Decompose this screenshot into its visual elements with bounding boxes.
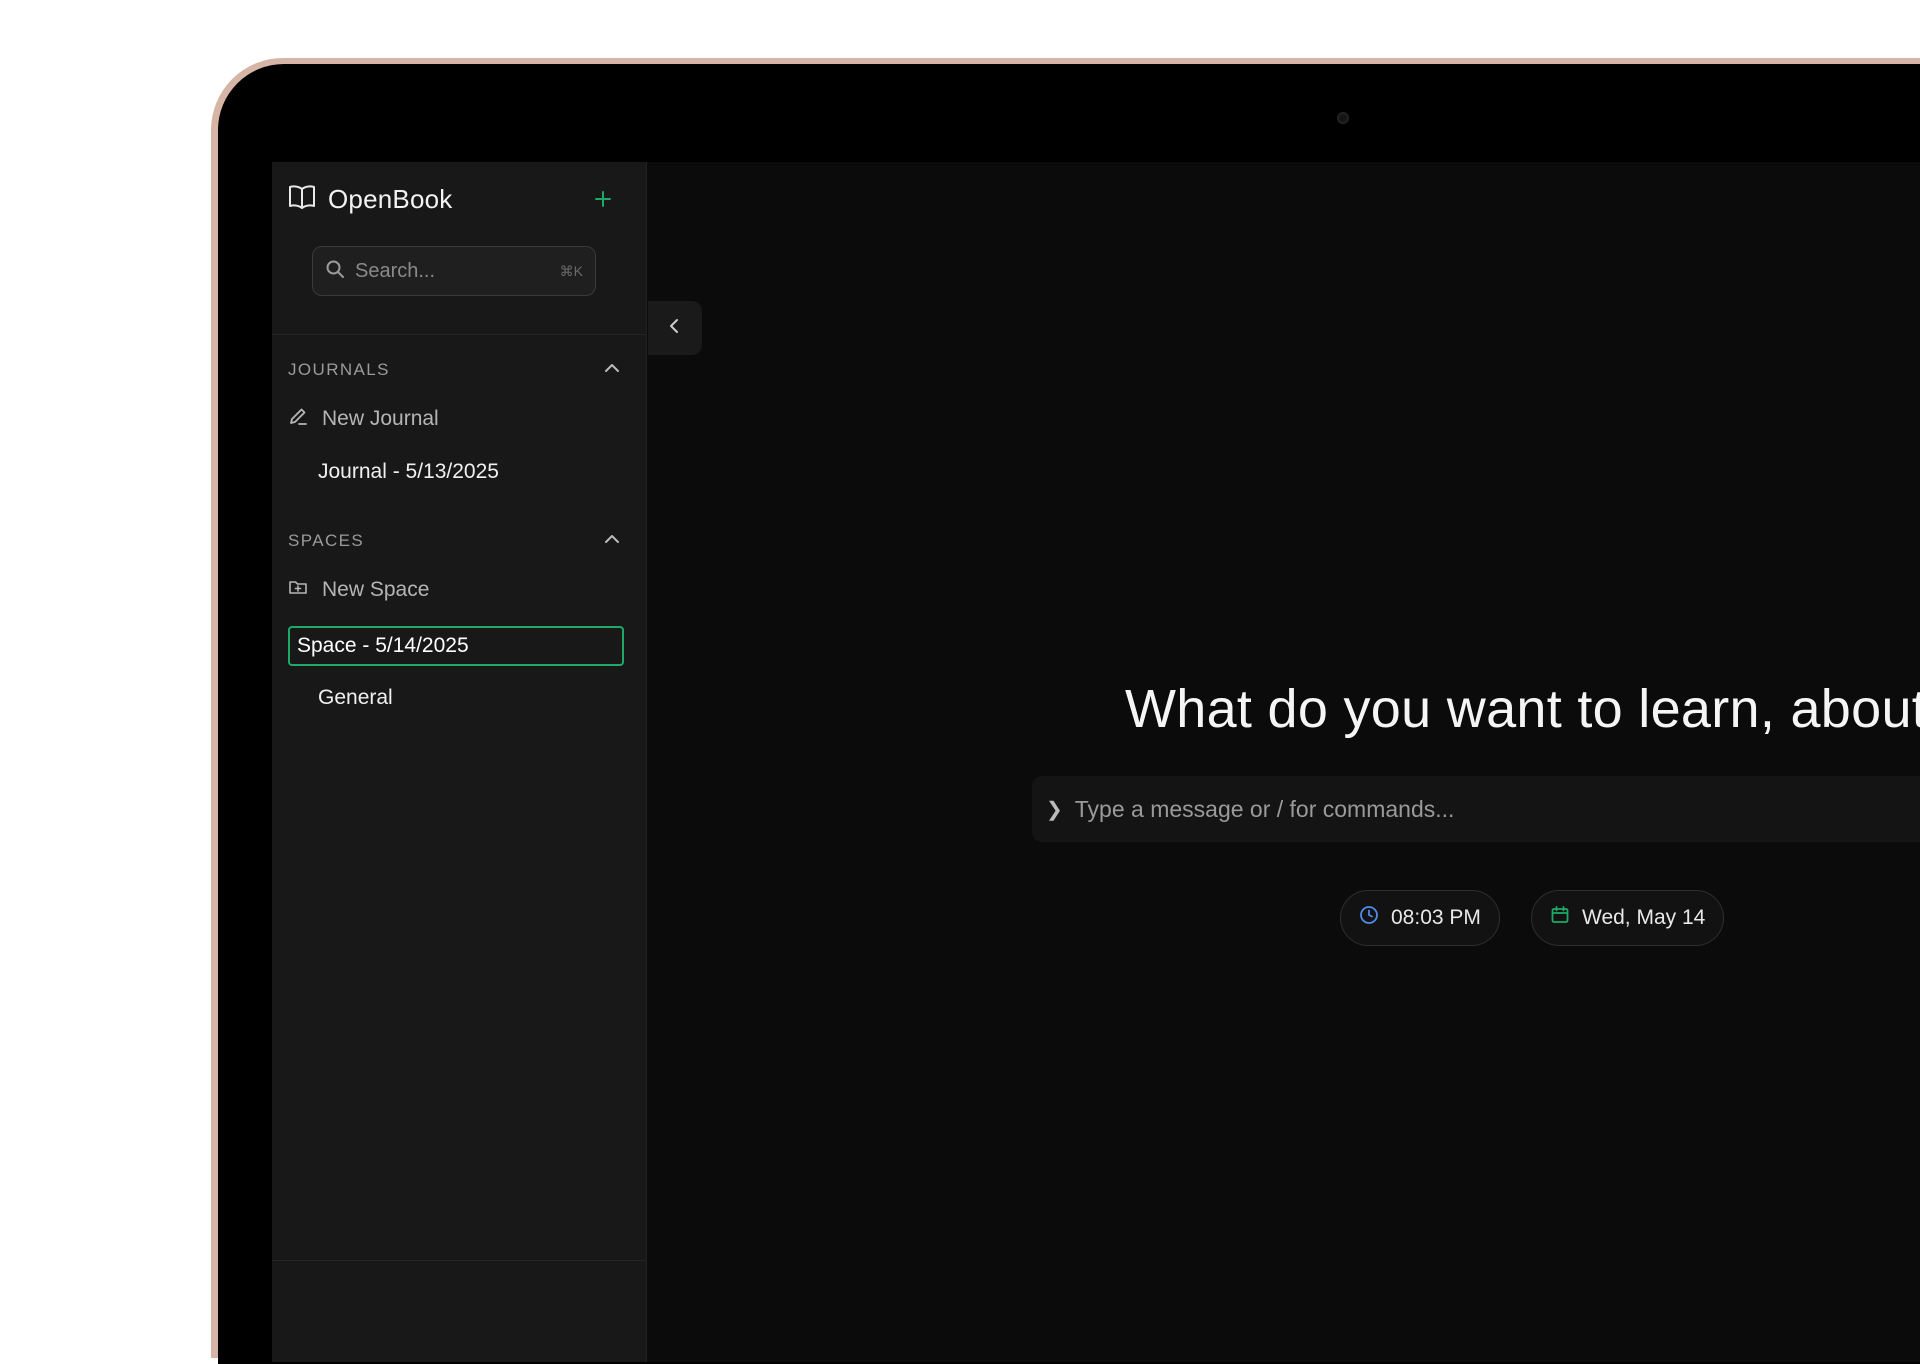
page-title: What do you want to learn, about [1125,679,1920,739]
camera-icon [1337,112,1349,124]
search-placeholder: Search... [355,259,436,282]
new-space-button[interactable]: New Space [288,577,429,603]
book-open-icon [288,184,316,215]
chevron-up-icon[interactable] [602,529,622,549]
section-title-spaces: SPACES [288,531,365,550]
plus-icon [594,190,612,213]
journal-item[interactable]: Journal - 5/13/2025 [318,460,499,484]
search-icon [325,259,345,284]
sidebar-divider [272,334,646,335]
sidebar-footer-divider [272,1260,646,1261]
message-input[interactable]: ❯ Type a message or / for commands... [1032,776,1920,842]
folder-plus-icon [288,577,308,603]
add-button[interactable] [588,186,618,216]
search-input[interactable]: Search... ⌘K [312,246,596,296]
calendar-icon [1550,905,1570,931]
new-space-label: New Space [322,578,430,601]
chevron-left-icon [666,317,684,340]
chevron-up-icon[interactable] [602,358,622,378]
space-item[interactable]: General [318,686,393,710]
app-window: OpenBook Search... ⌘K JOURNALS New Journ… [272,162,1920,1362]
sidebar: OpenBook Search... ⌘K JOURNALS New Journ… [272,162,647,1362]
collapse-sidebar-button[interactable] [648,301,702,355]
time-chip[interactable]: 08:03 PM [1340,890,1500,946]
section-title-journals: JOURNALS [288,360,390,379]
message-placeholder: Type a message or / for commands... [1074,795,1455,822]
date-value: Wed, May 14 [1582,906,1706,929]
search-shortcut: ⌘K [559,262,583,279]
clock-icon [1359,905,1379,931]
new-journal-label: New Journal [322,407,439,430]
new-journal-button[interactable]: New Journal [288,406,439,432]
time-value: 08:03 PM [1391,906,1481,929]
app-title: OpenBook [328,184,453,214]
chevron-right-icon: ❯ [1046,798,1063,821]
pencil-icon [288,406,308,432]
space-item-selected[interactable]: Space - 5/14/2025 [288,626,624,666]
date-chip[interactable]: Wed, May 14 [1531,890,1725,946]
brand[interactable]: OpenBook [288,184,452,215]
